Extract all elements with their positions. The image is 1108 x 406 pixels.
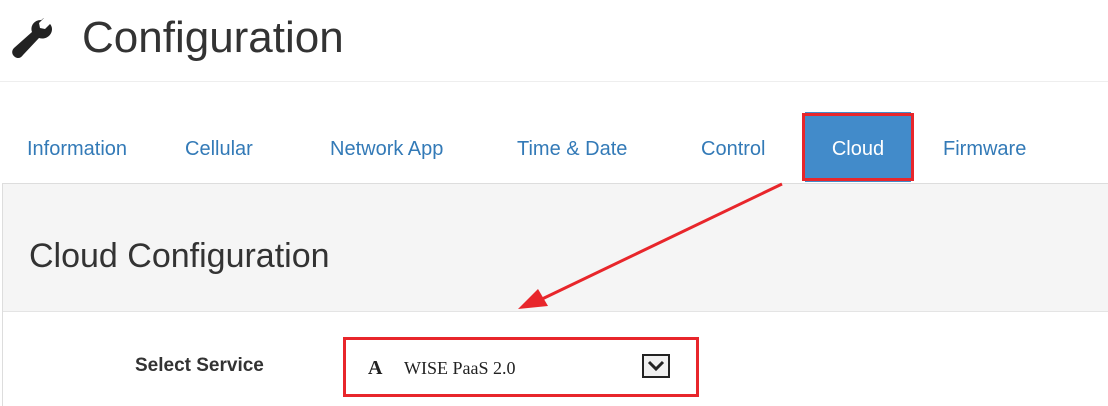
tab-information[interactable]: Information: [27, 112, 127, 182]
chevron-down-icon[interactable]: [642, 354, 670, 378]
select-service-label: Select Service: [135, 355, 264, 376]
tab-cloud[interactable]: Cloud: [805, 112, 911, 182]
tab-control[interactable]: Control: [701, 112, 765, 182]
tab-cellular[interactable]: Cellular: [185, 112, 253, 182]
config-tabs: Information Cellular Network App Time & …: [0, 112, 1108, 182]
tab-network-app[interactable]: Network App: [330, 112, 443, 182]
select-service-value: WISE PaaS 2.0: [404, 358, 516, 378]
panel-title: Cloud Configuration: [29, 237, 330, 275]
service-font-icon: A: [368, 357, 383, 379]
panel-heading: Cloud Configuration: [3, 184, 1108, 312]
tab-firmware[interactable]: Firmware: [943, 112, 1026, 182]
select-service-dropdown[interactable]: A WISE PaaS 2.0: [343, 337, 699, 397]
page-title: Configuration: [82, 13, 344, 62]
tab-time-date[interactable]: Time & Date: [517, 112, 627, 182]
wrench-icon: [12, 18, 52, 59]
page-header: Configuration: [0, 0, 1108, 82]
